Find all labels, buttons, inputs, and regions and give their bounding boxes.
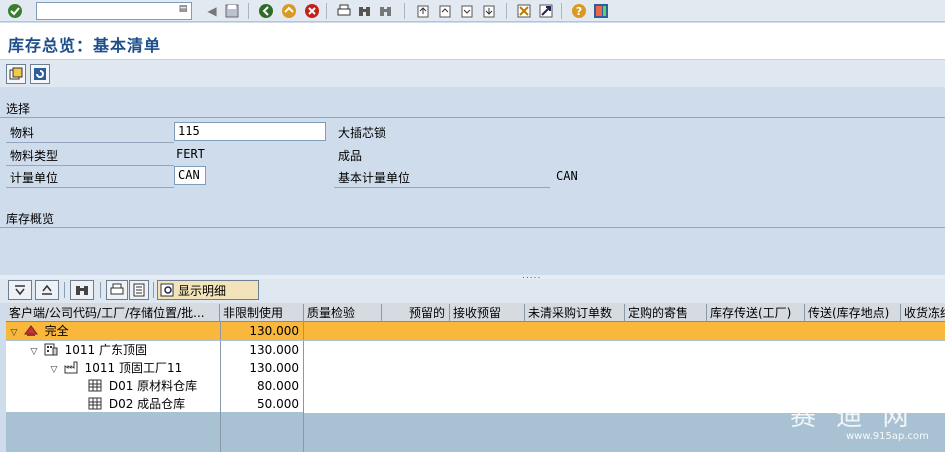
prev-page-icon[interactable] <box>436 2 454 20</box>
total-node-icon <box>23 325 38 336</box>
base-uom-value: CAN <box>556 169 578 183</box>
storage-location-icon <box>88 379 102 392</box>
grid-list-icon[interactable] <box>129 280 149 300</box>
selection-section-label: 选择 <box>6 102 31 116</box>
column-header[interactable]: 库存传送(工厂) <box>707 304 805 322</box>
watermark-url: www.915ap.com <box>846 431 929 442</box>
unrestricted-value: 130.000 <box>220 359 304 377</box>
material-type-description: 成品 <box>338 149 363 163</box>
title-bar: 库存总览：基本清单 <box>0 23 945 59</box>
base-uom-label: 基本计量单位 <box>338 171 411 185</box>
column-header[interactable]: 定购的寄售 <box>625 304 707 322</box>
material-label: 物料 <box>10 126 35 140</box>
back-icon[interactable] <box>257 2 275 20</box>
unrestricted-value: 80.000 <box>220 377 304 395</box>
grid-empty-area <box>6 412 220 452</box>
history-dropdown-icon[interactable]: ▤ <box>177 4 189 18</box>
collapse-all-icon[interactable] <box>35 280 59 300</box>
system-toolbar: ▤ ◀ ? <box>0 0 945 22</box>
column-header[interactable]: 收货冻结 <box>901 304 945 322</box>
overview-section-label: 库存概览 <box>6 212 55 226</box>
other-material-icon[interactable] <box>6 64 26 84</box>
enter-icon[interactable] <box>6 2 24 20</box>
grid-print-icon[interactable] <box>106 280 128 300</box>
cancel-icon[interactable] <box>303 2 321 20</box>
display-details-label: 显示明细 <box>178 283 227 298</box>
row-label: D01 原材料仓库 <box>108 379 198 393</box>
column-header[interactable]: 预留的 <box>382 304 450 322</box>
grid-empty-area <box>220 412 304 452</box>
expand-all-icon[interactable] <box>8 280 32 300</box>
material-description: 大插芯锁 <box>338 126 387 140</box>
shortcut-icon[interactable] <box>537 2 555 20</box>
help-icon[interactable]: ? <box>570 2 588 20</box>
storage-location-icon <box>88 397 102 410</box>
uom-label: 计量单位 <box>10 171 59 185</box>
table-row[interactable]: D01 原材料仓库 80.000 <box>6 377 945 395</box>
grid-toolbar: 显示明细 <box>0 279 945 303</box>
command-field[interactable]: ▤ <box>36 2 192 20</box>
material-type-value: FERT <box>176 147 205 161</box>
refresh-icon[interactable] <box>30 64 50 84</box>
last-page-icon[interactable] <box>480 2 498 20</box>
new-session-icon[interactable] <box>515 2 533 20</box>
first-page-icon[interactable] <box>414 2 432 20</box>
row-label: 1011 广东顶固 <box>64 343 148 357</box>
column-header[interactable]: 接收预留 <box>450 304 525 322</box>
unrestricted-value: 130.000 <box>220 322 304 340</box>
page-title: 库存总览：基本清单 <box>8 36 162 55</box>
unrestricted-value: 130.000 <box>220 341 304 359</box>
grid-find-icon[interactable] <box>70 280 94 300</box>
company-code-icon <box>44 343 58 356</box>
column-header[interactable]: 非限制使用 <box>220 304 304 322</box>
back-small-icon[interactable]: ◀ <box>203 2 221 20</box>
watermark-logo: 赛 迪 网 <box>790 402 915 432</box>
column-header[interactable]: 未清采购订单数 <box>525 304 625 322</box>
row-label: D02 成品仓库 <box>108 397 186 411</box>
material-input[interactable]: 115 <box>174 122 326 141</box>
details-icon <box>160 283 174 297</box>
save-icon[interactable] <box>223 2 241 20</box>
next-page-icon[interactable] <box>458 2 476 20</box>
table-row[interactable]: ▽ 1011 顶固工厂11 130.000 <box>6 359 945 377</box>
column-header[interactable]: 传送(库存地点) <box>805 304 901 322</box>
overview-section-header: 库存概览 <box>0 210 945 228</box>
layout-icon[interactable] <box>592 2 610 20</box>
selection-section-header: 选择 <box>0 100 945 118</box>
grid-header: 客户端/公司代码/工厂/存储位置/批... 非限制使用 质量检验 预留的 接收预… <box>6 304 945 322</box>
plant-icon <box>64 361 78 374</box>
collapse-node-icon[interactable]: ▽ <box>8 324 20 342</box>
table-row[interactable]: ▽ 1011 广东顶固 130.000 <box>6 341 945 359</box>
display-details-button[interactable]: 显示明细 <box>157 280 259 300</box>
row-label: 1011 顶固工厂11 <box>84 361 183 375</box>
uom-input[interactable]: CAN <box>174 166 206 185</box>
material-type-label: 物料类型 <box>10 149 59 163</box>
print-icon[interactable] <box>335 2 353 20</box>
table-row[interactable]: ▽ 完全 130.000 <box>6 322 945 340</box>
column-header[interactable]: 质量检验 <box>304 304 382 322</box>
row-label: 完全 <box>44 324 69 338</box>
find-next-icon[interactable] <box>377 2 395 20</box>
exit-icon[interactable] <box>280 2 298 20</box>
column-header[interactable]: 客户端/公司代码/工厂/存储位置/批... <box>6 304 220 322</box>
application-toolbar <box>0 59 945 87</box>
unrestricted-value: 50.000 <box>220 395 304 413</box>
svg-text:?: ? <box>576 5 582 18</box>
find-icon[interactable] <box>356 2 374 20</box>
